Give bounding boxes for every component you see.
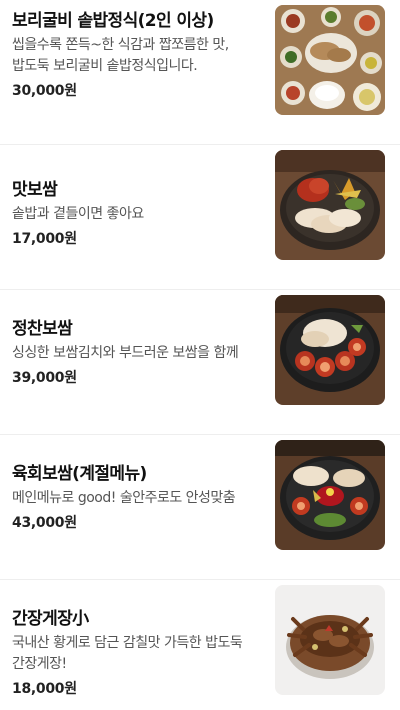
table-setting-photo-icon (275, 5, 385, 115)
menu-item-boriguulbi[interactable]: 보리굴비 솥밥정식(2인 이상) 씹을수록 쫀득~한 식감과 짭쪼름한 맛, 밥… (0, 0, 400, 145)
menu-item-description: 싱싱한 보쌈김치와 부드러운 보쌈을 함께 (12, 345, 239, 361)
menu-item-yukhoe-bossam[interactable]: 육회보쌈(계절메뉴) 메인메뉴로 good! 술안주로도 안성맞춤 43,000… (0, 435, 400, 580)
menu-item-name: 육회보쌈(계절메뉴) (12, 464, 147, 484)
bossam-platter-photo-icon (275, 150, 385, 260)
menu-item-description: 솥밥과 곁들이면 좋아요 (12, 206, 144, 222)
bossam-kimchi-photo-icon (275, 295, 385, 405)
soy-crab-photo-icon (275, 585, 385, 695)
menu-item-description: 메인메뉴로 good! 술안주로도 안성맞춤 (12, 490, 236, 506)
menu-item-price: 18,000원 (12, 681, 77, 697)
menu-item-ganjang-gejang[interactable]: 간장게장小 국내산 황게로 담근 감칠맛 가득한 밥도둑 간장게장! 18,00… (0, 580, 400, 710)
menu-item-image[interactable] (275, 150, 385, 260)
menu-item-name: 간장게장小 (12, 609, 89, 629)
yukhoe-bossam-photo-icon (275, 440, 385, 550)
menu-item-jeongchan-bossam[interactable]: 정찬보쌈 싱싱한 보쌈김치와 부드러운 보쌈을 함께 39,000원 (0, 290, 400, 435)
menu-item-name: 맛보쌈 (12, 180, 58, 200)
menu-item-price: 39,000원 (12, 370, 77, 386)
menu-item-info: 육회보쌈(계절메뉴) 메인메뉴로 good! 술안주로도 안성맞춤 43,000… (12, 441, 262, 534)
menu-item-info: 간장게장小 국내산 황게로 담근 감칠맛 가득한 밥도둑 간장게장! 18,00… (12, 586, 262, 700)
menu-item-image[interactable] (275, 585, 385, 695)
menu-item-matbossam[interactable]: 맛보쌈 솥밥과 곁들이면 좋아요 17,000원 (0, 145, 400, 290)
menu-list: 보리굴비 솥밥정식(2인 이상) 씹을수록 쫀득~한 식감과 짭쪼름한 맛, 밥… (0, 0, 400, 710)
menu-item-price: 30,000원 (12, 83, 77, 99)
menu-item-description: 국내산 황게로 담근 감칠맛 가득한 밥도둑 간장게장! (12, 635, 243, 672)
menu-item-name: 정찬보쌈 (12, 319, 73, 339)
menu-item-description: 씹을수록 쫀득~한 식감과 짭쪼름한 맛, 밥도둑 보리굴비 솥밥정식입니다. (12, 37, 229, 74)
menu-item-image[interactable] (275, 295, 385, 405)
menu-item-price: 17,000원 (12, 231, 77, 247)
menu-item-info: 정찬보쌈 싱싱한 보쌈김치와 부드러운 보쌈을 함께 39,000원 (12, 296, 262, 389)
menu-item-image[interactable] (275, 5, 385, 115)
menu-item-info: 보리굴비 솥밥정식(2인 이상) 씹을수록 쫀득~한 식감과 짭쪼름한 맛, 밥… (12, 6, 262, 102)
menu-item-image[interactable] (275, 440, 385, 550)
menu-item-info: 맛보쌈 솥밥과 곁들이면 좋아요 17,000원 (12, 151, 262, 250)
menu-item-name: 보리굴비 솥밥정식(2인 이상) (12, 11, 214, 31)
menu-item-price: 43,000원 (12, 515, 77, 531)
